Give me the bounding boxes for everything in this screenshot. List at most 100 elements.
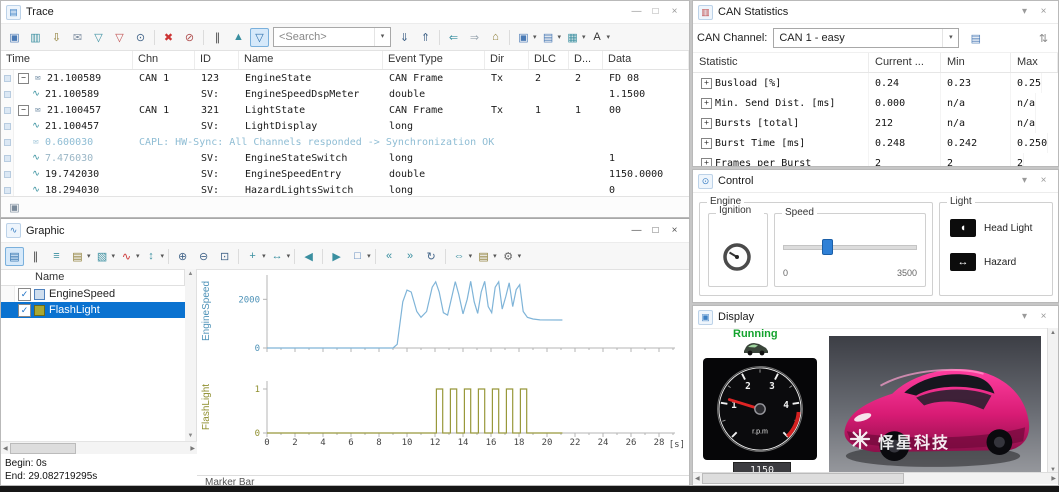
close-button[interactable]: ×: [665, 4, 684, 20]
trace-row[interactable]: ∿21.100589SV:EngineSpeedDspMeterdouble1.…: [1, 86, 689, 102]
filter-pass-icon[interactable]: ▽: [89, 28, 108, 47]
trace-row[interactable]: ∿21.100457SV:LightDisplaylong: [1, 118, 689, 134]
column-header-d[interactable]: D...: [569, 51, 603, 69]
signal-selection-icon[interactable]: ▤: [5, 247, 24, 266]
zoom-in-icon[interactable]: ⊕: [173, 247, 192, 266]
dropdown-arrow-icon[interactable]: ▾: [558, 33, 562, 41]
expand-icon[interactable]: +: [701, 158, 712, 168]
scroll-up-icon[interactable]: ▲: [186, 271, 196, 277]
next-event-icon[interactable]: ⇒: [465, 28, 484, 47]
diff-cursor-icon[interactable]: ↔: [268, 247, 287, 266]
combo-dropdown-icon[interactable]: ▾: [942, 29, 958, 47]
trace-row[interactable]: −✉21.100589CAN 1123EngineStateCAN FrameT…: [1, 70, 689, 86]
stats-row[interactable]: +Bursts [total]212n/an/a: [693, 113, 1058, 133]
display-vertical-scrollbar[interactable]: ▲ ▼: [1047, 328, 1058, 475]
export-image-icon[interactable]: ▧: [93, 247, 112, 266]
filter-active-icon[interactable]: ▽: [250, 28, 269, 47]
legend-icon[interactable]: ≡: [47, 247, 66, 266]
dropdown-arrow-icon[interactable]: ▾: [533, 33, 537, 41]
dropdown-arrow-icon[interactable]: ▾: [469, 252, 473, 260]
column-header-data[interactable]: Data: [603, 51, 689, 69]
find-icon[interactable]: ⊙: [131, 28, 150, 47]
collapse-icon[interactable]: −: [18, 73, 29, 84]
zoom-out-icon[interactable]: ⊖: [194, 247, 213, 266]
column-header-id[interactable]: ID: [195, 51, 239, 69]
signal-color-box[interactable]: [34, 305, 45, 316]
scroll-thumb[interactable]: [10, 443, 76, 454]
measure-cursor-icon[interactable]: +: [243, 247, 262, 266]
taskbar[interactable]: [0, 486, 1059, 492]
expand-icon[interactable]: +: [701, 118, 712, 129]
dropdown-arrow-icon[interactable]: ▾: [607, 33, 611, 41]
scroll-left-icon[interactable]: ◀: [693, 475, 702, 482]
window-menu-button[interactable]: ▾: [1015, 309, 1034, 325]
scroll-up-icon[interactable]: ▲: [1050, 330, 1056, 336]
expand-icon[interactable]: +: [701, 78, 712, 89]
column-header-chn[interactable]: Chn: [133, 51, 195, 69]
stats-titlebar[interactable]: ▥ CAN Statistics ▾ ×: [693, 1, 1058, 24]
stats-row[interactable]: +Busload [%]0.240.230.25: [693, 73, 1058, 93]
detail-pane-icon[interactable]: ▣: [5, 198, 24, 217]
trace-titlebar[interactable]: ▤ Trace — □ ×: [1, 1, 689, 24]
pause-icon[interactable]: ∥: [208, 28, 227, 47]
window-menu-button[interactable]: ▾: [1015, 173, 1034, 189]
maximize-button[interactable]: □: [646, 4, 665, 20]
speed-slider[interactable]: [783, 238, 917, 254]
close-button[interactable]: ×: [1034, 173, 1053, 189]
column-header-dir[interactable]: Dir: [485, 51, 529, 69]
dropdown-arrow-icon[interactable]: ▾: [262, 252, 266, 260]
scroll-right-icon[interactable]: ▶: [1049, 475, 1058, 482]
curve-style-icon[interactable]: ∿: [117, 247, 136, 266]
close-button[interactable]: ×: [1034, 4, 1053, 20]
stats-column-cur[interactable]: Current ...: [869, 53, 941, 72]
filter-stop-icon[interactable]: ▽: [110, 28, 129, 47]
fit-x-icon[interactable]: «: [380, 247, 399, 266]
head-light-button[interactable]: ◖ Head Light: [950, 219, 1032, 237]
dropdown-arrow-icon[interactable]: ▾: [112, 252, 116, 260]
step-back-icon[interactable]: ◀: [299, 247, 318, 266]
can-channel-select[interactable]: CAN 1 - easy ▾: [773, 28, 959, 48]
goto-time-icon[interactable]: ⌂: [486, 28, 505, 47]
display-titlebar[interactable]: ▣ Display ▾ ×: [693, 306, 1058, 329]
signal-color-box[interactable]: [34, 289, 45, 300]
expand-icon[interactable]: +: [701, 138, 712, 149]
stats-column-max[interactable]: Max: [1011, 53, 1058, 72]
slider-track[interactable]: [783, 245, 917, 250]
close-button[interactable]: ×: [1034, 309, 1053, 325]
search-combobox[interactable]: <Search> ▾: [273, 27, 391, 47]
dropdown-arrow-icon[interactable]: ▾: [518, 252, 522, 260]
signal-plot[interactable]: 0246810121416182022242628[s]0200010Engin…: [197, 269, 689, 475]
dropdown-arrow-icon[interactable]: ▾: [87, 252, 91, 260]
view-mode-icon[interactable]: □: [348, 247, 367, 266]
legend-row[interactable]: ✓FlashLight: [1, 302, 185, 318]
search-down-icon[interactable]: ⇓: [395, 28, 414, 47]
clear-trace-icon[interactable]: ✖: [159, 28, 178, 47]
column-header-name[interactable]: Name: [239, 51, 383, 69]
trigger-icon[interactable]: ▲: [229, 28, 248, 47]
filter-off-icon[interactable]: ⊘: [180, 28, 199, 47]
settings-icon[interactable]: ⚙: [499, 247, 518, 266]
fit-view-icon[interactable]: ⇔: [450, 247, 469, 266]
zoom-box-icon[interactable]: ⊡: [215, 247, 234, 266]
export-icon[interactable]: ⇩: [47, 28, 66, 47]
step-forward-icon[interactable]: ▶: [327, 247, 346, 266]
stats-row[interactable]: +Frames per Burst222: [693, 153, 1058, 167]
dropdown-arrow-icon[interactable]: ▾: [287, 252, 291, 260]
pause-icon[interactable]: ∥: [26, 247, 45, 266]
graphic-titlebar[interactable]: ∿ Graphic — □ ×: [1, 219, 689, 243]
scroll-thumb[interactable]: [702, 473, 904, 484]
y-axis-scale-icon[interactable]: ↕: [142, 247, 161, 266]
scroll-left-icon[interactable]: ◀: [1, 445, 10, 452]
legend-row[interactable]: ✓EngineSpeed: [1, 286, 185, 302]
expand-icon[interactable]: +: [701, 98, 712, 109]
logging-icon[interactable]: ✉: [68, 28, 87, 47]
refresh-icon[interactable]: ↻: [422, 247, 441, 266]
font-size-icon[interactable]: A: [588, 28, 607, 47]
search-up-icon[interactable]: ⇑: [416, 28, 435, 47]
trace-row[interactable]: −✉21.100457CAN 1321LightStateCAN FrameTx…: [1, 102, 689, 118]
stats-row[interactable]: +Burst Time [ms]0.2480.2420.250: [693, 133, 1058, 153]
legend-horizontal-scrollbar[interactable]: ◀ ▶: [1, 441, 197, 454]
signal-checkbox[interactable]: ✓: [18, 304, 31, 317]
export-view-icon[interactable]: ▤: [539, 28, 558, 47]
display-options-icon[interactable]: ▦: [563, 28, 582, 47]
